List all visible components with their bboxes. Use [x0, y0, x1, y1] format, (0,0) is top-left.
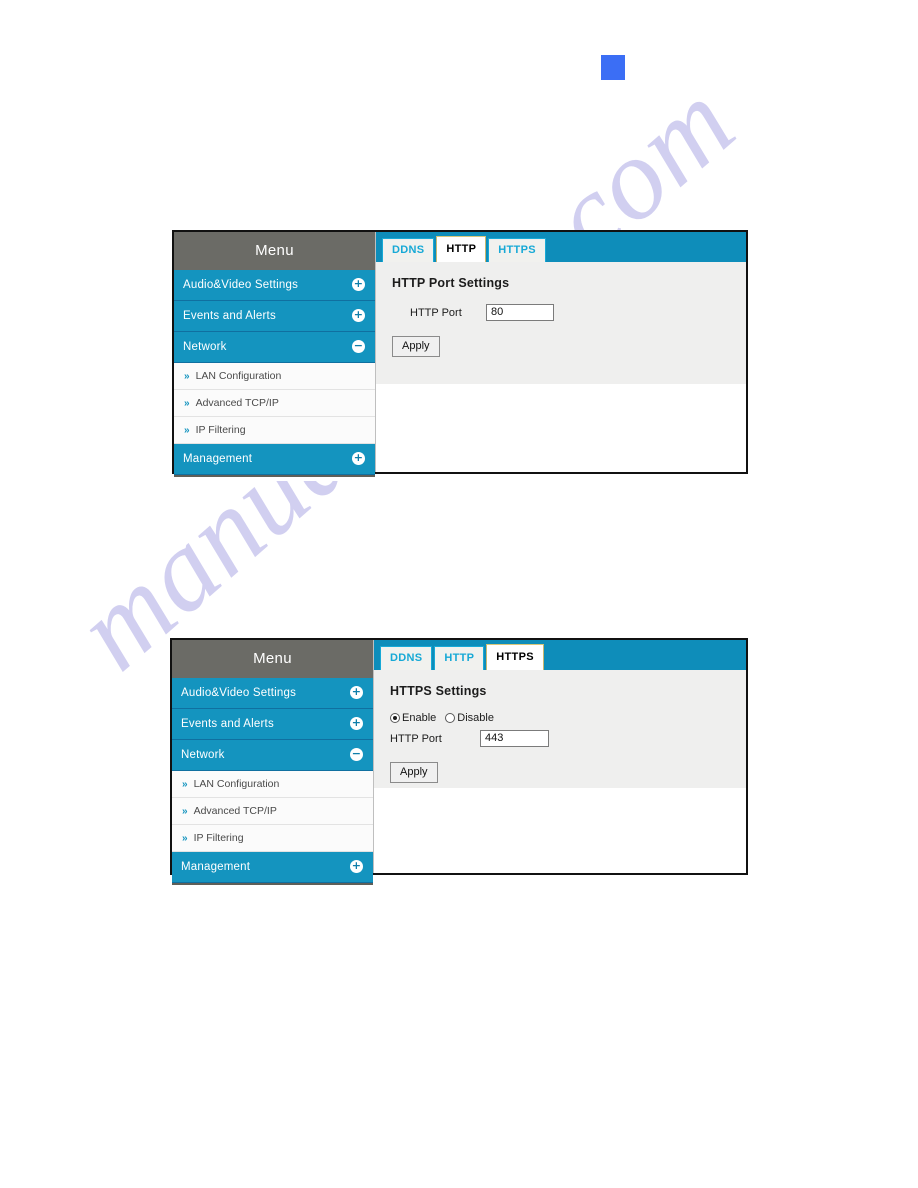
sidebar-item-events-and-alerts[interactable]: Events and Alerts + — [172, 709, 373, 740]
panel-empty-area — [374, 788, 746, 873]
sidebar-figure1: Menu Audio&Video Settings + Events and A… — [174, 232, 376, 481]
sidebar-item-audio-video-settings[interactable]: Audio&Video Settings + — [172, 678, 373, 709]
sidebar-item-label: Audio&Video Settings — [183, 278, 299, 291]
apply-button[interactable]: Apply — [392, 336, 440, 357]
chevron-right-icon: » — [184, 424, 190, 436]
sidebar-subitem-advanced-tcpip[interactable]: » Advanced TCP/IP — [174, 390, 375, 417]
https-port-input[interactable] — [480, 730, 549, 747]
sidebar-footer-spacer — [172, 883, 373, 889]
sidebar-item-label: Events and Alerts — [183, 309, 276, 322]
sidebar-item-label: Events and Alerts — [181, 717, 274, 730]
sidebar-subitem-label: LAN Configuration — [193, 778, 280, 790]
http-port-label: HTTP Port — [410, 306, 462, 319]
radio-unselected-icon[interactable] — [445, 713, 456, 723]
sidebar-item-events-and-alerts[interactable]: Events and Alerts + — [174, 301, 375, 332]
sidebar-subitem-ip-filtering[interactable]: » IP Filtering — [172, 825, 373, 852]
sidebar-subitem-label: Advanced TCP/IP — [195, 397, 279, 409]
radio-label-enable: Enable — [402, 712, 437, 724]
screenshot-figure-http: Menu Audio&Video Settings + Events and A… — [172, 230, 748, 481]
plus-icon[interactable]: + — [352, 309, 365, 322]
sidebar-subitem-label: IP Filtering — [193, 832, 244, 844]
sidebar-item-management[interactable]: Management + — [174, 444, 375, 475]
sidebar-item-network[interactable]: Network − — [172, 740, 373, 771]
screenshot-figure-https: Menu Audio&Video Settings + Events and A… — [170, 638, 748, 889]
sidebar-item-label: Audio&Video Settings — [181, 686, 297, 699]
tab-https[interactable]: HTTPS — [488, 238, 546, 262]
minus-icon[interactable]: − — [350, 748, 363, 761]
https-settings-panel: HTTPS Settings Enable Disable HTTP Port … — [374, 670, 746, 788]
plus-icon[interactable]: + — [350, 686, 363, 699]
http-port-label: HTTP Port — [390, 732, 442, 745]
sidebar-footer-spacer — [174, 475, 375, 481]
radio-option-enable[interactable]: Enable — [390, 712, 436, 724]
https-port-row: HTTP Port — [390, 730, 730, 747]
chevron-right-icon: » — [182, 805, 188, 817]
panel-empty-area — [376, 384, 746, 472]
tab-http[interactable]: HTTP — [434, 646, 485, 670]
tab-https[interactable]: HTTPS — [486, 644, 544, 670]
section-title: HTTPS Settings — [390, 684, 487, 698]
chevron-right-icon: » — [182, 832, 188, 844]
sidebar-item-network[interactable]: Network − — [174, 332, 375, 363]
radio-option-disable[interactable]: Disable — [445, 712, 494, 724]
plus-icon[interactable]: + — [352, 452, 365, 465]
sidebar-item-label: Network — [183, 340, 227, 353]
sidebar-subitem-ip-filtering[interactable]: » IP Filtering — [174, 417, 375, 444]
tab-ddns[interactable]: DDNS — [382, 238, 435, 262]
sidebar-subitem-label: LAN Configuration — [195, 370, 282, 382]
tab-http[interactable]: HTTP — [436, 236, 487, 262]
content-figure2: DDNS HTTP HTTPS HTTPS Settings Enable Di… — [374, 640, 746, 873]
http-port-input[interactable] — [486, 304, 554, 321]
tab-bar-figure1: DDNS HTTP HTTPS — [376, 232, 746, 262]
sidebar-subitem-lan-configuration[interactable]: » LAN Configuration — [172, 771, 373, 798]
radio-selected-icon[interactable] — [390, 713, 400, 723]
chevron-right-icon: » — [184, 370, 190, 382]
minus-icon[interactable]: − — [352, 340, 365, 353]
https-enable-radio-group: Enable Disable — [390, 712, 730, 724]
section-title: HTTP Port Settings — [392, 276, 510, 290]
sidebar-item-label: Network — [181, 748, 225, 761]
tab-ddns[interactable]: DDNS — [380, 646, 433, 670]
http-port-settings-panel: HTTP Port Settings HTTP Port Apply — [376, 262, 746, 384]
plus-icon[interactable]: + — [350, 860, 363, 873]
content-figure1: DDNS HTTP HTTPS HTTP Port Settings HTTP … — [376, 232, 746, 472]
menu-title: Menu — [174, 232, 375, 270]
sidebar-item-audio-video-settings[interactable]: Audio&Video Settings + — [174, 270, 375, 301]
chevron-right-icon: » — [184, 397, 190, 409]
blue-square-graphic — [601, 55, 625, 80]
sidebar-item-label: Management — [181, 860, 251, 873]
sidebar-subitem-lan-configuration[interactable]: » LAN Configuration — [174, 363, 375, 390]
plus-icon[interactable]: + — [352, 278, 365, 291]
tab-bar-figure2: DDNS HTTP HTTPS — [374, 640, 746, 670]
http-port-row: HTTP Port — [392, 304, 730, 321]
sidebar-subitem-label: Advanced TCP/IP — [193, 805, 277, 817]
sidebar-subitem-label: IP Filtering — [195, 424, 246, 436]
sidebar-item-management[interactable]: Management + — [172, 852, 373, 883]
apply-button[interactable]: Apply — [390, 762, 438, 783]
sidebar-item-label: Management — [183, 452, 253, 465]
plus-icon[interactable]: + — [350, 717, 363, 730]
chevron-right-icon: » — [182, 778, 188, 790]
sidebar-subitem-advanced-tcpip[interactable]: » Advanced TCP/IP — [172, 798, 373, 825]
radio-label-disable: Disable — [457, 712, 494, 724]
menu-title: Menu — [172, 640, 373, 678]
sidebar-figure2: Menu Audio&Video Settings + Events and A… — [172, 640, 374, 889]
